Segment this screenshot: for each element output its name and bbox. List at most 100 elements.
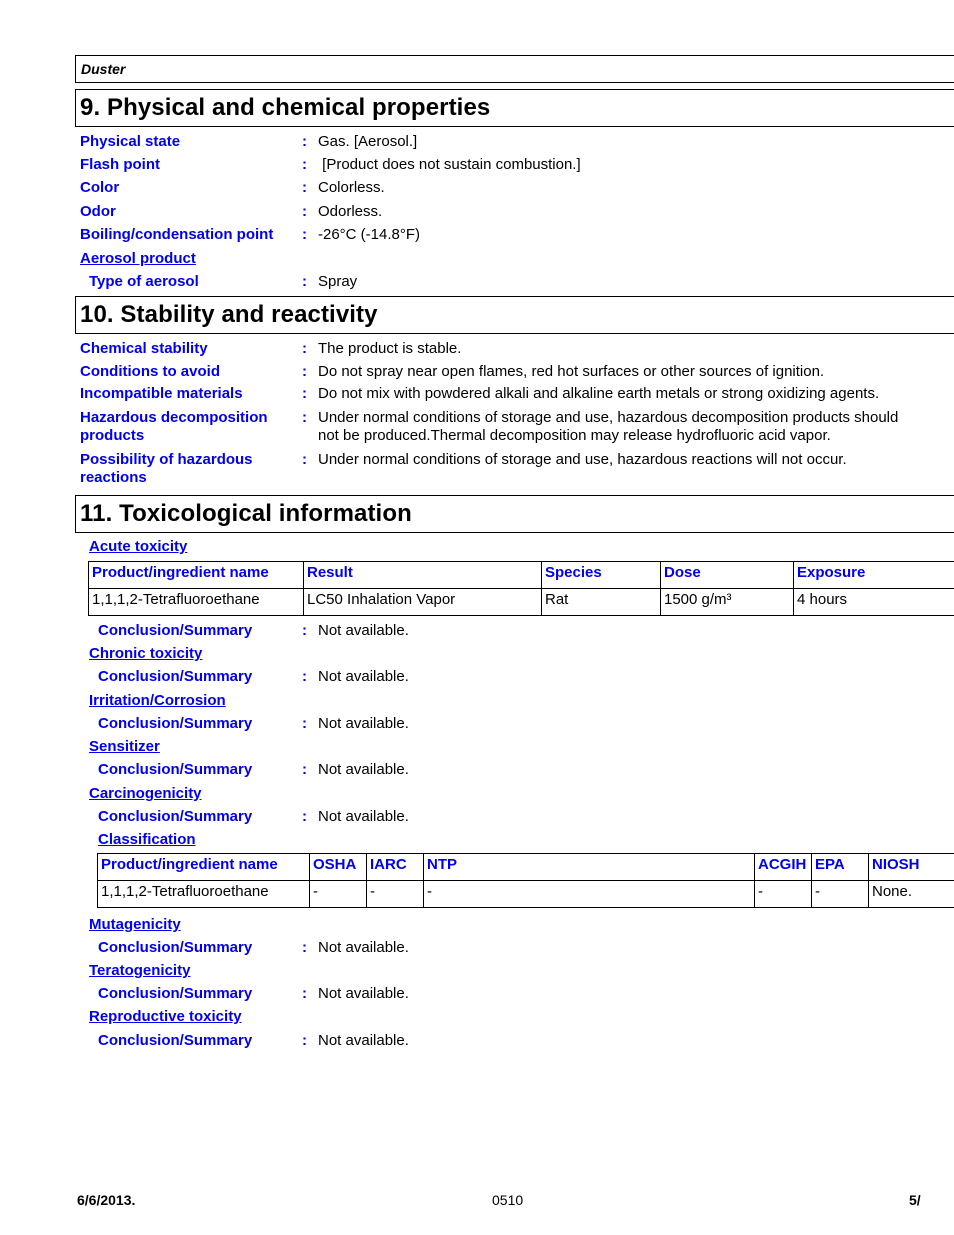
conclusion-value: Not available. — [318, 939, 409, 956]
property-value: Gas. [Aerosol.] — [318, 133, 418, 150]
acute-toxicity-link[interactable]: Acute toxicity — [89, 538, 187, 555]
column-header: Product/ingredient name — [88, 561, 304, 589]
property-value: Spray — [318, 273, 358, 290]
table-cell: 4 hours — [793, 588, 954, 616]
colon: : — [302, 226, 307, 243]
conclusion-label: Conclusion/Summary — [98, 1032, 253, 1049]
conclusion-label: Conclusion/Summary — [98, 939, 253, 956]
conclusion-value: Not available. — [318, 985, 409, 1002]
property-value: The product is stable. — [318, 340, 462, 357]
table-cell: 1,1,1,2-Tetrafluoroethane — [88, 588, 304, 616]
conclusion-label: Conclusion/Summary — [98, 715, 253, 732]
property-label: Color — [80, 179, 120, 196]
column-header: EPA — [811, 853, 869, 881]
column-header: Dose — [660, 561, 794, 589]
conclusion-label: Conclusion/Summary — [98, 985, 253, 1002]
colon: : — [302, 715, 307, 732]
conclusion-value: Not available. — [318, 808, 409, 825]
column-header: Exposure — [793, 561, 954, 589]
section-9-title-box: 9. Physical and chemical properties — [75, 89, 954, 127]
table-row: 1,1,1,2-Tetrafluoroethane - - - - - None… — [97, 880, 954, 908]
column-header: NTP — [423, 853, 755, 881]
aerosol-product-link[interactable]: Aerosol product — [80, 250, 196, 267]
colon: : — [302, 668, 307, 685]
irritation-corrosion-link[interactable]: Irritation/Corrosion — [89, 692, 226, 709]
column-header: ACGIH — [754, 853, 812, 881]
conclusion-label: Conclusion/Summary — [98, 668, 253, 685]
table-cell: None. — [868, 880, 954, 908]
colon: : — [302, 203, 307, 220]
conclusion-label: Conclusion/Summary — [98, 761, 253, 778]
property-label: Chemical stability — [80, 340, 208, 357]
colon: : — [302, 156, 307, 173]
property-label: Flash point — [80, 156, 160, 173]
colon: : — [302, 179, 307, 196]
property-value: Under normal conditions of storage and u… — [318, 409, 899, 426]
property-label: Hazardous decomposition — [80, 409, 268, 426]
mutagenicity-link[interactable]: Mutagenicity — [89, 916, 181, 933]
table-cell: 1,1,1,2-Tetrafluoroethane — [97, 880, 310, 908]
property-label: Incompatible materials — [80, 385, 243, 402]
colon: : — [302, 939, 307, 956]
table-header-row: Product/ingredient name OSHA IARC NTP AC… — [97, 853, 954, 881]
property-value: Do not spray near open flames, red hot s… — [318, 363, 825, 380]
table-cell: Rat — [541, 588, 661, 616]
conclusion-label: Conclusion/Summary — [98, 808, 253, 825]
colon: : — [302, 985, 307, 1002]
footer-code: 0510 — [492, 1192, 524, 1208]
property-value: Do not mix with powdered alkali and alka… — [318, 385, 880, 402]
conclusion-value: Not available. — [318, 622, 409, 639]
column-header: OSHA — [309, 853, 367, 881]
reproductive-toxicity-link[interactable]: Reproductive toxicity — [89, 1008, 242, 1025]
table-cell: - — [811, 880, 869, 908]
property-value: Under normal conditions of storage and u… — [318, 451, 847, 468]
section-10-title: 10. Stability and reactivity — [80, 301, 378, 328]
property-value: [Product does not sustain combustion.] — [318, 156, 581, 173]
colon: : — [302, 451, 307, 468]
chronic-toxicity-link[interactable]: Chronic toxicity — [89, 645, 202, 662]
colon: : — [302, 363, 307, 380]
colon: : — [302, 622, 307, 639]
conclusion-value: Not available. — [318, 715, 409, 732]
carcinogenicity-link[interactable]: Carcinogenicity — [89, 785, 202, 802]
colon: : — [302, 273, 307, 290]
section-11-title-box: 11. Toxicological information — [75, 495, 954, 533]
property-value-cont: not be produced.Thermal decomposition ma… — [318, 427, 831, 444]
property-label-cont: products — [80, 427, 145, 444]
colon: : — [302, 808, 307, 825]
product-name: Duster — [81, 61, 126, 77]
section-9-title: 9. Physical and chemical properties — [80, 94, 491, 121]
conclusion-value: Not available. — [318, 668, 409, 685]
column-header: NIOSH — [868, 853, 954, 881]
property-label: Odor — [80, 203, 116, 220]
property-label: Boiling/condensation point — [80, 226, 274, 243]
teratogenicity-link[interactable]: Teratogenicity — [89, 962, 190, 979]
colon: : — [302, 385, 307, 402]
table-cell: - — [423, 880, 755, 908]
footer-page-number: 5/ — [909, 1192, 921, 1208]
carcinogen-classification-table: Product/ingredient name OSHA IARC NTP AC… — [97, 853, 954, 908]
property-label: Physical state — [80, 133, 181, 150]
document-header: Duster — [75, 55, 954, 83]
column-header: Species — [541, 561, 661, 589]
property-value: Colorless. — [318, 179, 385, 196]
column-header: Product/ingredient name — [97, 853, 310, 881]
conclusion-value: Not available. — [318, 761, 409, 778]
classification-link[interactable]: Classification — [98, 831, 196, 848]
column-header: IARC — [366, 853, 424, 881]
conclusion-label: Conclusion/Summary — [98, 622, 253, 639]
section-10-title-box: 10. Stability and reactivity — [75, 296, 954, 334]
colon: : — [302, 761, 307, 778]
property-value: -26°C (-14.8°F) — [318, 226, 421, 243]
table-cell: - — [309, 880, 367, 908]
column-header: Result — [303, 561, 542, 589]
property-label: Type of aerosol — [89, 273, 199, 290]
sensitizer-link[interactable]: Sensitizer — [89, 738, 160, 755]
property-label-cont: reactions — [80, 469, 147, 486]
table-header-row: Product/ingredient name Result Species D… — [88, 561, 954, 589]
table-cell: LC50 Inhalation Vapor — [303, 588, 542, 616]
colon: : — [302, 133, 307, 150]
colon: : — [302, 340, 307, 357]
table-row: 1,1,1,2-Tetrafluoroethane LC50 Inhalatio… — [88, 588, 954, 616]
section-11-title: 11. Toxicological information — [80, 500, 412, 527]
